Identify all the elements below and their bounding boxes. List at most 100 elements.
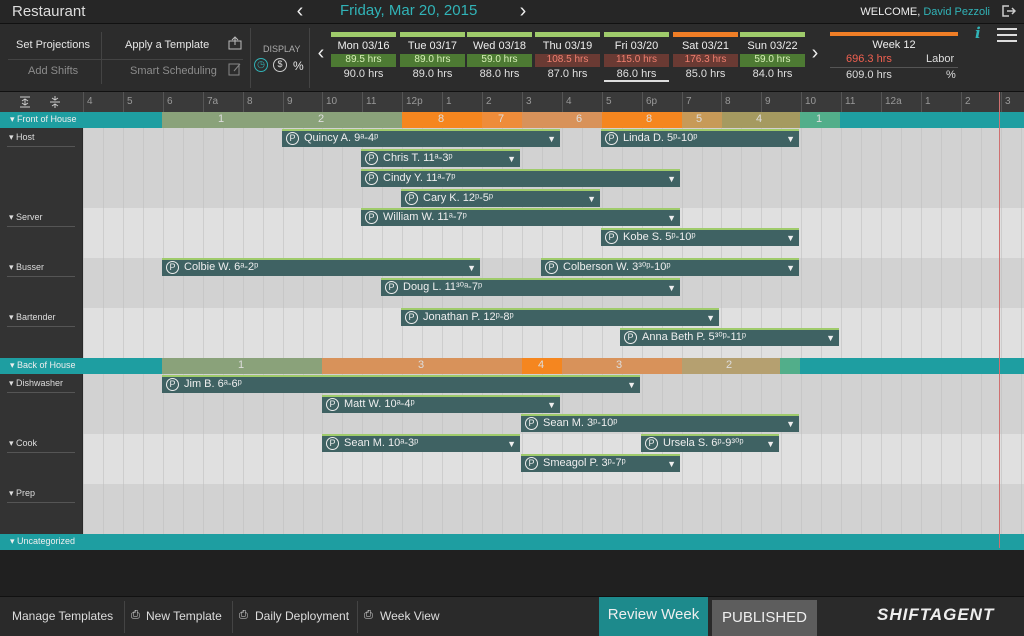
day-summary-tue[interactable]: Tue 03/17 89.0 hrs 89.0 hrs	[400, 32, 465, 84]
manage-templates-button[interactable]: Manage Templates	[12, 609, 113, 623]
smart-scheduling-icon[interactable]	[228, 62, 242, 76]
role-label-server[interactable]: Server	[9, 212, 43, 223]
apply-template-icon[interactable]	[228, 36, 242, 50]
dropdown-caret-icon[interactable]: ▼	[507, 152, 516, 167]
shift-bar-smeagol[interactable]: P Smeagol P. 3ᵖ-7ᵖ ▼	[521, 454, 680, 472]
shift-bar-cary[interactable]: P Cary K. 12ᵖ-5ᵖ ▼	[401, 189, 600, 207]
coverage-count: 6	[576, 113, 583, 125]
grid-line	[263, 128, 264, 358]
timeline-tick-label: 10	[326, 96, 338, 107]
timeline-tick	[1001, 92, 1002, 112]
shift-bar-doug[interactable]: P Doug L. 11³⁰ᵃ-7ᵖ ▼	[381, 278, 680, 296]
role-band-prep	[83, 484, 1024, 534]
add-shifts-button[interactable]: Add Shifts	[28, 65, 78, 77]
timeline-tick-label: 8	[247, 96, 253, 107]
shift-bar-ursela[interactable]: P Ursela S. 6ᵖ-9³⁰ᵖ ▼	[641, 434, 779, 452]
dollar-display-icon[interactable]: $	[273, 58, 287, 72]
shift-bar-colbie[interactable]: P Colbie W. 6ᵃ-2ᵖ ▼	[162, 258, 480, 276]
published-status-button[interactable]: PUBLISHED	[712, 600, 817, 636]
timeline-tick-label: 3	[1005, 96, 1011, 107]
user-name-link[interactable]: David Pezzoli	[923, 6, 990, 18]
role-label-host[interactable]: Host	[9, 132, 35, 143]
shift-bar-sean-dishwasher[interactable]: P Sean M. 3ᵖ-10ᵖ ▼	[521, 414, 799, 432]
timeline-tick	[921, 92, 922, 112]
daily-deployment-button[interactable]: Daily Deployment	[255, 609, 349, 623]
shift-bar-jonathan[interactable]: P Jonathan P. 12ᵖ-8ᵖ ▼	[401, 308, 719, 326]
info-icon[interactable]: i	[975, 24, 981, 42]
prev-day-arrow-icon[interactable]: ‹	[290, 1, 310, 22]
group-row-back-of-house[interactable]: Back of House 1 3 4 3 2	[0, 358, 1024, 374]
dropdown-caret-icon[interactable]: ▼	[786, 417, 795, 432]
grid-line	[801, 374, 802, 534]
review-week-button[interactable]: Review Week	[599, 597, 708, 636]
day-summary-fri-selected[interactable]: Fri 03/20 115.0 hrs 86.0 hrs	[604, 32, 669, 84]
group-row-front-of-house[interactable]: Front of House 1 2 8 7 6 8 5 4 1	[0, 112, 1024, 128]
dropdown-caret-icon[interactable]: ▼	[706, 311, 715, 326]
shift-bar-william[interactable]: P William W. 11ᵃ-7ᵖ ▼	[361, 208, 680, 226]
shift-bar-colberson[interactable]: P Colberson W. 3³⁰ᵖ-10ᵖ ▼	[541, 258, 799, 276]
collapse-rows-icon[interactable]	[48, 95, 62, 109]
shift-bar-quincy[interactable]: P Quincy A. 9ᵃ-4ᵖ ▼	[282, 129, 560, 147]
dropdown-caret-icon[interactable]: ▼	[507, 437, 516, 452]
dropdown-caret-icon[interactable]: ▼	[786, 231, 795, 246]
timeline-tick	[163, 92, 164, 112]
new-template-button[interactable]: New Template	[146, 609, 222, 623]
shift-bar-chris[interactable]: P Chris T. 11ᵃ-3ᵖ ▼	[361, 149, 520, 167]
logout-icon[interactable]	[1000, 3, 1016, 19]
shift-bar-jim[interactable]: P Jim B. 6ᵃ-6ᵖ ▼	[162, 375, 640, 393]
dropdown-caret-icon[interactable]: ▼	[467, 261, 476, 276]
role-label-busser[interactable]: Busser	[9, 262, 44, 273]
dropdown-caret-icon[interactable]: ▼	[667, 211, 676, 226]
timeline-tick-label: 7a	[207, 96, 219, 107]
role-label-bartender[interactable]: Bartender	[9, 312, 56, 323]
dropdown-caret-icon[interactable]: ▼	[587, 192, 596, 207]
day-summary-sat[interactable]: Sat 03/21 176.3 hrs 85.0 hrs	[673, 32, 738, 84]
day-scheduled-hours: 89.0 hrs	[412, 68, 453, 80]
dropdown-caret-icon[interactable]: ▼	[826, 331, 835, 346]
grid-line	[781, 374, 782, 534]
percent-display-icon[interactable]: %	[293, 59, 304, 73]
clock-display-icon[interactable]: ◷	[254, 58, 268, 72]
dropdown-caret-icon[interactable]: ▼	[786, 261, 795, 276]
shift-bar-anna-beth[interactable]: P Anna Beth P. 5³⁰ᵖ-11ᵖ ▼	[620, 328, 839, 346]
next-day-arrow-icon[interactable]: ›	[513, 1, 533, 22]
grid-line	[981, 128, 982, 358]
day-summary-mon[interactable]: Mon 03/16 89.5 hrs 90.0 hrs	[331, 32, 396, 84]
shift-bar-matt[interactable]: P Matt W. 10ᵃ-4ᵖ ▼	[322, 395, 560, 413]
apply-template-button[interactable]: Apply a Template	[125, 39, 209, 51]
day-summary-wed[interactable]: Wed 03/18 59.0 hrs 88.0 hrs	[467, 32, 532, 84]
shift-bar-linda[interactable]: P Linda D. 5ᵖ-10ᵖ ▼	[601, 129, 799, 147]
role-label-dishwasher[interactable]: Dishwasher	[9, 378, 63, 389]
dropdown-caret-icon[interactable]: ▼	[667, 281, 676, 296]
dropdown-caret-icon[interactable]: ▼	[627, 378, 636, 393]
dropdown-caret-icon[interactable]: ▼	[667, 172, 676, 187]
week-divider	[830, 67, 958, 68]
day-scheduled-hours: 87.0 hrs	[547, 68, 588, 80]
shift-bar-sean-cook[interactable]: P Sean M. 10ᵃ-3ᵖ ▼	[322, 434, 520, 452]
shift-bar-kobe[interactable]: P Kobe S. 5ᵖ-10ᵖ ▼	[601, 228, 799, 246]
timeline-tick-label: 9	[287, 96, 293, 107]
smart-scheduling-button[interactable]: Smart Scheduling	[130, 65, 217, 77]
day-summary-thu[interactable]: Thu 03/19 108.5 hrs 87.0 hrs	[535, 32, 600, 84]
dropdown-caret-icon[interactable]: ▼	[547, 398, 556, 413]
set-projections-button[interactable]: Set Projections	[16, 39, 90, 51]
grid-line	[841, 374, 842, 534]
dropdown-caret-icon[interactable]: ▼	[766, 437, 775, 452]
hamburger-menu-icon[interactable]	[997, 28, 1017, 42]
expand-rows-icon[interactable]	[18, 95, 32, 109]
dropdown-caret-icon[interactable]: ▼	[547, 132, 556, 147]
dropdown-caret-icon[interactable]: ▼	[786, 132, 795, 147]
shift-bar-cindy[interactable]: P Cindy Y. 11ᵃ-7ᵖ ▼	[361, 169, 680, 187]
group-row-uncategorized[interactable]: Uncategorized	[0, 534, 1024, 550]
grid-line	[741, 374, 742, 534]
coverage-count: 8	[646, 113, 653, 125]
prev-week-arrow-icon[interactable]: ‹	[311, 43, 331, 64]
dropdown-caret-icon[interactable]: ▼	[667, 457, 676, 472]
day-summary-sun[interactable]: Sun 03/22 59.0 hrs 84.0 hrs	[740, 32, 805, 84]
timeline-tick-label: 2	[486, 96, 492, 107]
top-bar: Restaurant ‹ Friday, Mar 20, 2015 › WELC…	[0, 0, 1024, 24]
next-week-arrow-icon[interactable]: ›	[805, 43, 825, 64]
role-label-prep[interactable]: Prep	[9, 488, 35, 499]
week-view-button[interactable]: Week View	[380, 609, 440, 623]
role-label-cook[interactable]: Cook	[9, 438, 37, 449]
